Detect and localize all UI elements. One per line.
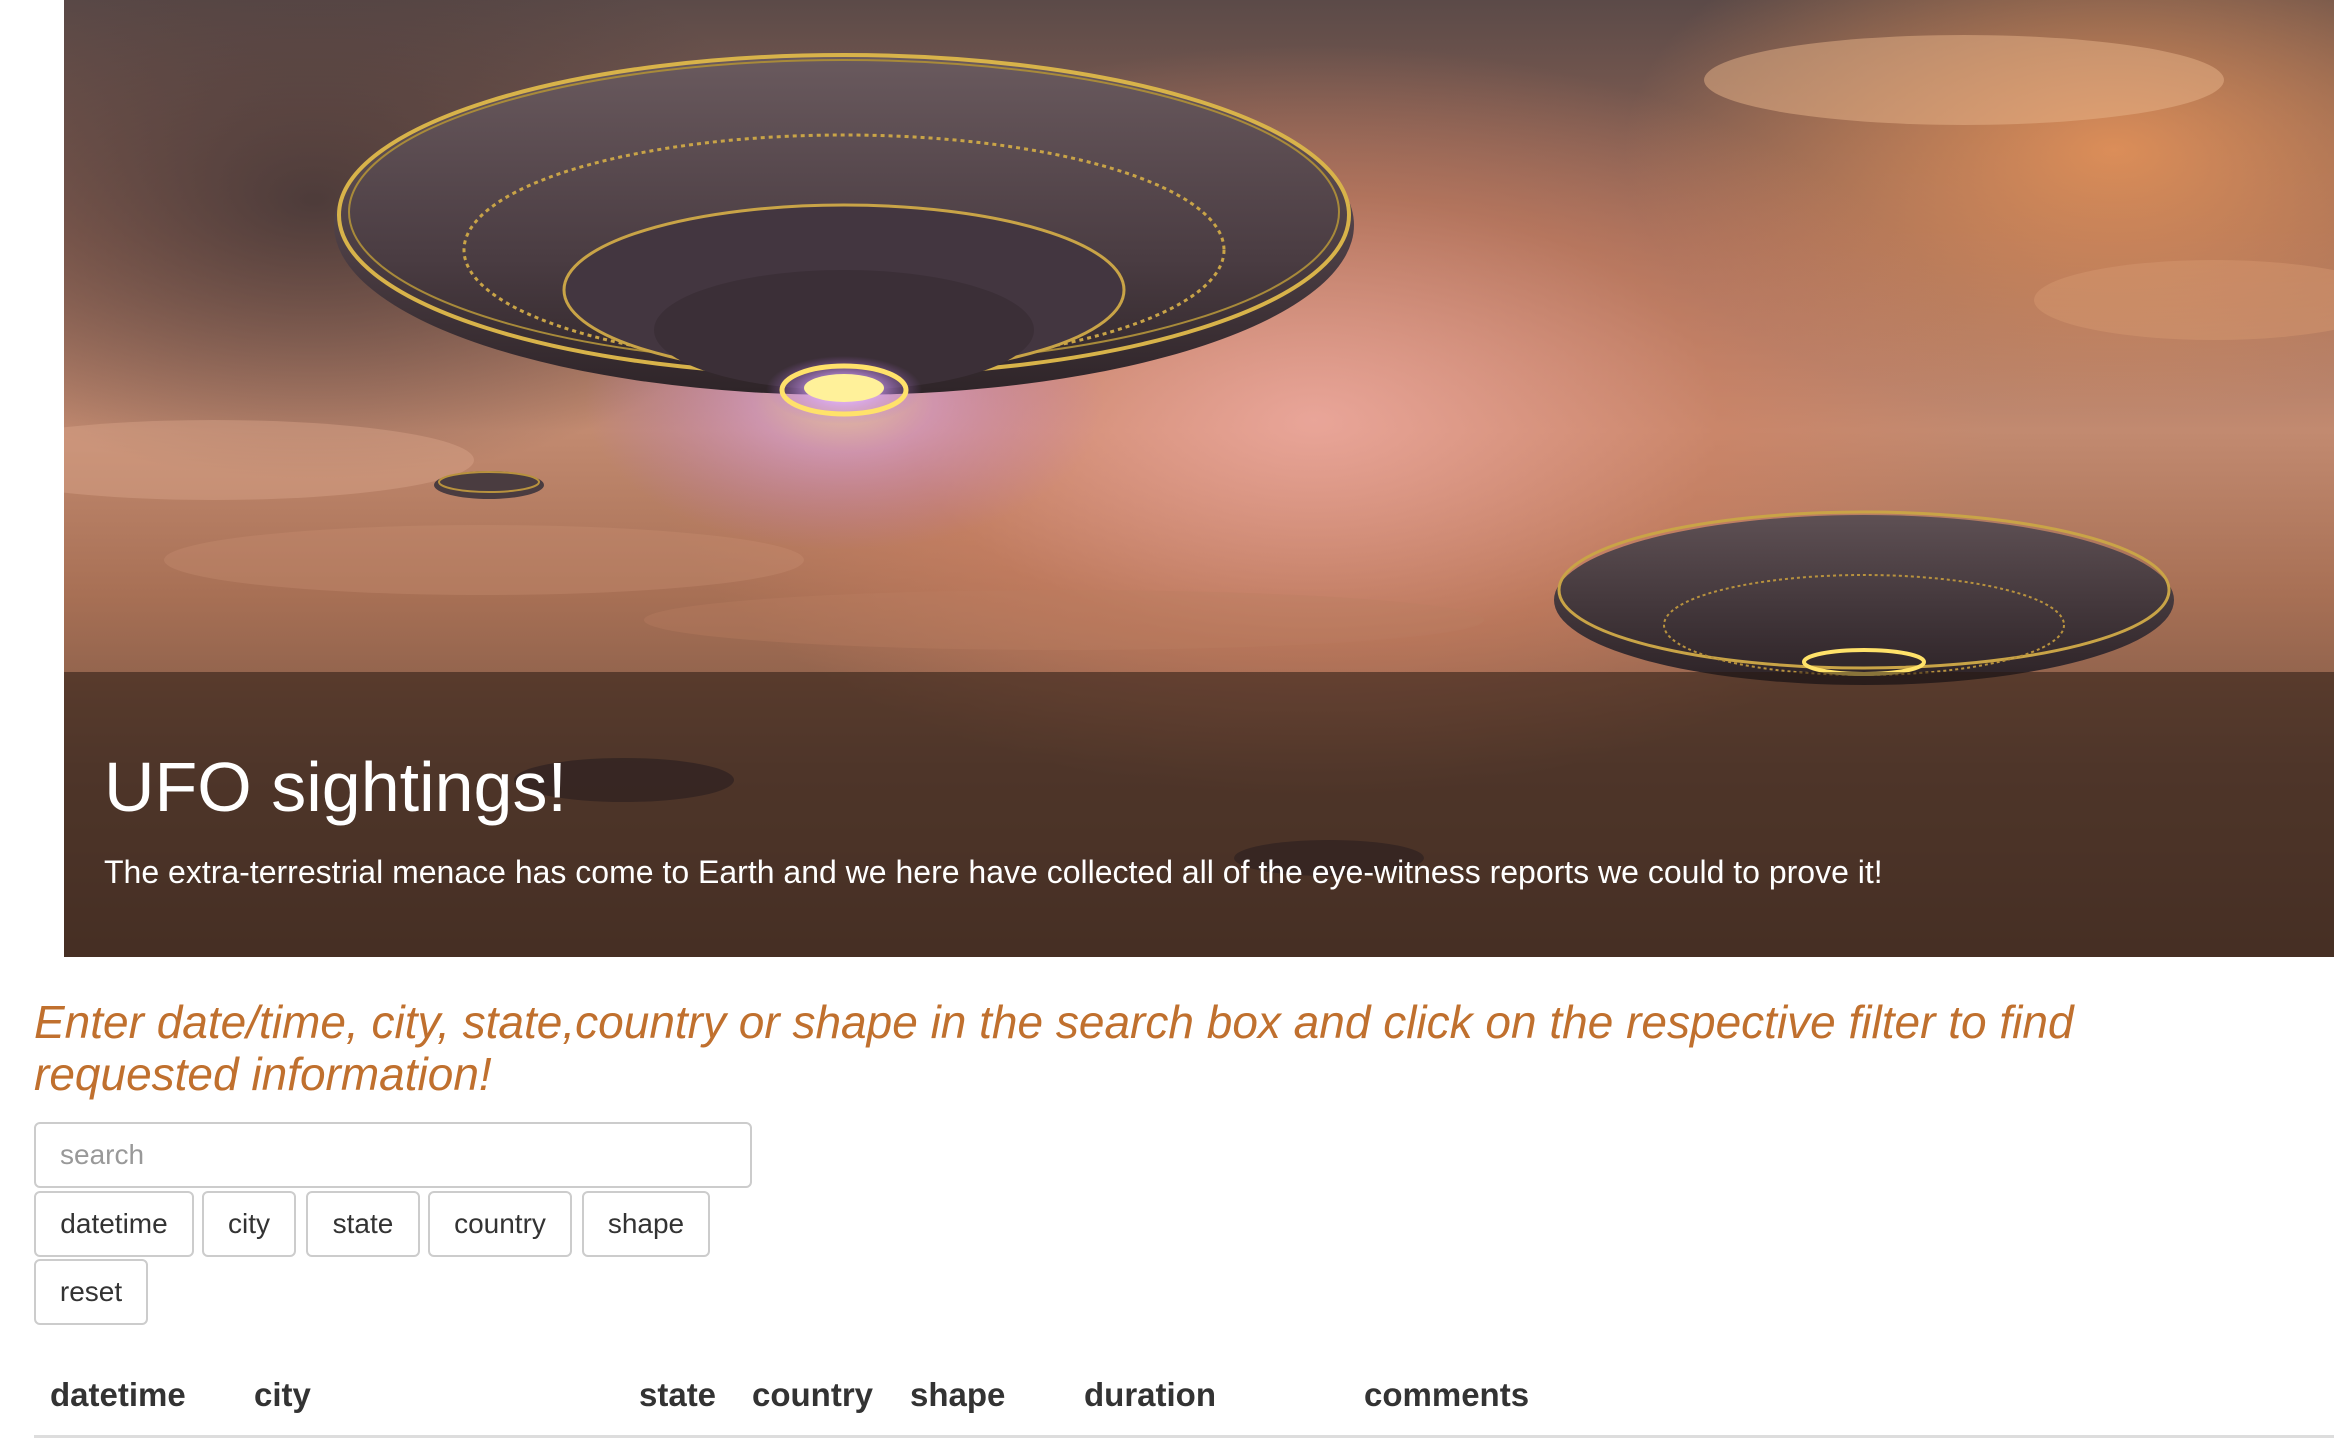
hero-banner: UFO sightings! The extra-terrestrial men…	[64, 0, 2334, 957]
results-table-header: datetime city state country shape durati…	[34, 1368, 2334, 1438]
reset-button[interactable]: reset	[34, 1259, 148, 1325]
column-header-duration: duration	[1084, 1376, 1216, 1413]
hero-title: UFO sightings!	[104, 748, 567, 826]
right-saucer	[1554, 510, 2174, 685]
filter-country-button[interactable]: country	[428, 1191, 572, 1257]
search-instructions: Enter date/time, city, state,country or …	[34, 996, 2074, 1100]
column-header-shape: shape	[910, 1376, 1006, 1413]
filter-state-button[interactable]: state	[306, 1191, 420, 1257]
main-saucer	[334, 53, 1354, 424]
column-header-country: country	[752, 1376, 874, 1413]
search-input[interactable]	[34, 1122, 752, 1188]
filter-city-button[interactable]: city	[202, 1191, 296, 1257]
column-header-datetime: datetime	[50, 1376, 186, 1413]
hero-subtitle: The extra-terrestrial menace has come to…	[104, 854, 1883, 890]
filter-datetime-button[interactable]: datetime	[34, 1191, 194, 1257]
column-header-comments: comments	[1364, 1376, 1530, 1413]
column-header-state: state	[639, 1376, 717, 1413]
filter-shape-button[interactable]: shape	[582, 1191, 710, 1257]
column-header-city: city	[254, 1376, 311, 1413]
